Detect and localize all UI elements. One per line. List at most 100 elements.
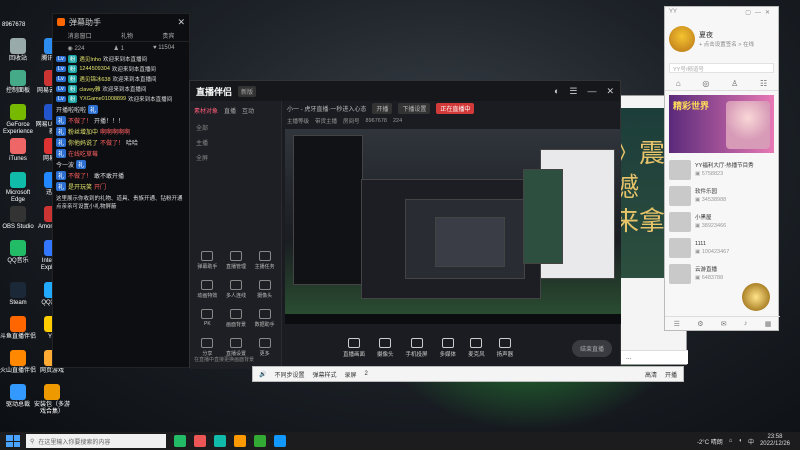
danmu-chat-window[interactable]: 弹幕助手 ✕ 消息窗口 礼物 贵宾 ◉ 224 ♟ 1 ♥ 11504 Lv 粉遇… [52, 13, 190, 368]
tab-vip[interactable]: 贵宾 [162, 31, 174, 40]
tool-item[interactable]: 画面背景 [223, 309, 250, 328]
chat-user[interactable]: 遇见锦冰638 [79, 75, 110, 83]
live-label[interactable]: 开播 [665, 370, 677, 379]
start-pill[interactable]: 开播 [372, 102, 393, 114]
tool-item[interactable]: 分享 [194, 338, 221, 357]
source-row-anchor[interactable]: 主播 [190, 135, 281, 150]
tool-item[interactable]: 摄像头 [251, 280, 278, 299]
desktop-icon[interactable]: GeForce Experience [0, 104, 36, 135]
mail-icon[interactable]: ✉ [721, 320, 727, 328]
home-icon[interactable]: ⌂ [676, 79, 681, 88]
avatar[interactable] [669, 26, 695, 52]
tool-item[interactable]: 多人连线 [223, 280, 250, 299]
group-icon[interactable]: ☷ [760, 79, 767, 88]
skin-icon[interactable]: ◐ [554, 86, 559, 97]
promo-title: 精彩世界 [673, 101, 710, 111]
desktop-icon[interactable]: 回收站 [0, 38, 36, 63]
yy-profile[interactable]: 夏夜 + 点击设置签名 > 在线 [665, 19, 778, 59]
tab-messages[interactable]: 消息窗口 [68, 31, 92, 40]
medal-icon[interactable] [742, 283, 770, 311]
channel-item[interactable]: 软件乐园 ▣ 34538988 [665, 183, 778, 209]
user-signature[interactable]: + 点击设置签名 > 在线 [699, 40, 754, 48]
clock[interactable]: 23:58 2022/12/26 [760, 434, 790, 447]
chat-user[interactable]: 1244509304 [79, 66, 110, 72]
desktop-icon[interactable]: iTunes [0, 138, 36, 163]
taskbar-app-icon[interactable] [194, 435, 206, 447]
game-icon[interactable]: ◎ [702, 79, 709, 88]
desktop-icon[interactable]: Microsoft Edge [0, 172, 36, 203]
quality-label[interactable]: 高清 [645, 370, 657, 379]
gear-icon[interactable]: ⚙ [697, 320, 703, 328]
desktop-icon[interactable]: 火山直播伴侣 [0, 350, 36, 375]
control-item[interactable]: 扬声器 [497, 338, 513, 358]
tab-interact[interactable]: 互动 [242, 106, 254, 115]
channel-item[interactable]: YY福利大厅-热播节目秀 ▣ 5758823 [665, 157, 778, 183]
chat-user[interactable]: 遇见Inho [79, 55, 101, 63]
chat-user[interactable]: YXGame01008899 [79, 96, 126, 102]
taskbar-app-icon[interactable] [214, 435, 226, 447]
yy-search-input[interactable]: YY号/频道号 [669, 63, 774, 73]
tool-item[interactable]: 数据助手 [251, 309, 278, 328]
toolbar-item-1[interactable]: 不同步设置 [274, 370, 304, 379]
taskbar-app-icon[interactable] [254, 435, 266, 447]
tab-sources[interactable]: 素材对象 [194, 106, 218, 115]
taskbar-app-icon[interactable] [174, 435, 186, 447]
desktop-icon[interactable]: 安装包（多游戏合集） [34, 384, 70, 415]
toolbar-item-4[interactable]: 2 [365, 371, 368, 377]
yy-sidebar-window[interactable]: YY ▢—✕ 夏夜 + 点击设置签名 > 在线 YY号/频道号 ⌂ ◎ ♙ ☷ … [664, 6, 780, 331]
apps-icon[interactable]: ▦ [765, 320, 772, 328]
friend-icon[interactable]: ♙ [731, 79, 738, 88]
chat-user[interactable]: clavey雅 [79, 85, 100, 93]
stream-preview[interactable] [285, 129, 621, 314]
taskbar-search-input[interactable]: ⚲ 在这里输入你要搜索的内容 [26, 434, 166, 448]
tool-label: 更多 [259, 351, 270, 357]
desktop-icon[interactable]: 驱动总裁 [0, 384, 36, 409]
tab-live[interactable]: 直播 [224, 106, 236, 115]
control-item[interactable]: 直播画面 [343, 338, 365, 358]
end-live-button[interactable]: 结束直播 [571, 339, 612, 357]
desktop-icon[interactable]: Steam [0, 282, 36, 307]
tool-item[interactable]: 主播任务 [251, 251, 278, 270]
desktop-icon[interactable]: QQ音乐 [0, 240, 36, 265]
close-icon[interactable]: ✕ [177, 17, 185, 28]
tool-item[interactable]: 动画特效 [194, 280, 221, 299]
yy-promo-banner[interactable]: 精彩世界 [669, 95, 774, 153]
tool-item[interactable]: 更多 [251, 338, 278, 357]
more-icon[interactable]: … [626, 355, 632, 361]
windows-start-icon[interactable] [6, 435, 20, 447]
tool-item[interactable]: 直播管理 [223, 251, 250, 270]
source-row-all[interactable]: 全部 [190, 120, 281, 135]
control-item[interactable]: 摄像头 [377, 338, 394, 358]
taskbar-app-icon[interactable] [274, 435, 286, 447]
control-item[interactable]: 手机投屏 [406, 338, 428, 358]
control-item[interactable]: 多媒体 [440, 338, 456, 358]
desktop-icon[interactable]: OBS Studio [0, 206, 36, 231]
tool-item[interactable]: PK [194, 309, 221, 328]
menu-icon[interactable]: ☰ [569, 86, 577, 97]
music-icon[interactable]: ♪ [744, 320, 748, 327]
control-item[interactable]: 麦克风 [468, 338, 485, 358]
live-companion-window[interactable]: 直播伴侣 新版 ◐ ☰ — ✕ 素材对象 直播 互动 全部 主播 全屏 弹幕助手… [189, 80, 621, 369]
minimize-icon[interactable]: — [587, 86, 596, 97]
tool-item[interactable]: 弹幕助手 [194, 251, 221, 270]
tab-gifts[interactable]: 礼物 [121, 31, 133, 40]
close-icon[interactable]: ✕ [606, 86, 614, 97]
volume-icon[interactable]: ◖ [738, 438, 742, 444]
network-icon[interactable]: ⌂ [729, 438, 733, 444]
taskbar-app-icon[interactable] [234, 435, 246, 447]
toolbar-item-3[interactable]: 录屏 [345, 370, 357, 379]
end-settings-pill[interactable]: 下播设置 [398, 102, 431, 114]
desktop-icon[interactable]: 控制面板 [0, 70, 36, 95]
source-row-full[interactable]: 全屏 [190, 150, 281, 165]
ime-indicator[interactable]: 中 [748, 437, 754, 446]
volume-icon[interactable]: 🔊 [259, 371, 266, 378]
list-icon[interactable]: ☰ [674, 320, 680, 328]
channel-item[interactable]: 1111 ▣ 100423467 [665, 235, 778, 261]
toolbar-item-2[interactable]: 弹幕样式 [313, 370, 337, 379]
weather-status[interactable]: -2°C 晴朗 [697, 437, 723, 446]
channel-item[interactable]: 小黑屋 ▣ 38923466 [665, 209, 778, 235]
tool-item[interactable]: 直播设置 [223, 338, 250, 357]
fan-badge: 粉 [67, 65, 78, 73]
yy-window-controls[interactable]: ▢—✕ [745, 9, 774, 17]
desktop-icon[interactable]: 斗鱼直播伴侣 [0, 316, 36, 341]
